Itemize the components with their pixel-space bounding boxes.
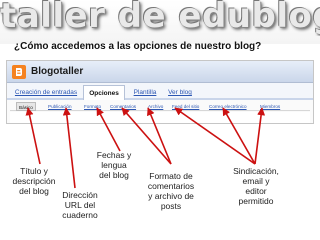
title-banner: taller de edublogs — [0, 0, 320, 44]
blog-name[interactable]: Blogotaller — [31, 66, 83, 77]
subtab-publicacion[interactable]: Publicación — [46, 102, 74, 111]
subtab-basico[interactable]: Básico — [16, 102, 36, 111]
label-formato-comentarios: Formato de comentarios y archivo de post… — [147, 171, 195, 211]
tab-plantilla[interactable]: Plantilla — [128, 85, 162, 100]
tab-opciones[interactable]: Opciones — [83, 85, 125, 100]
subtab-correo-electronico[interactable]: Correo electrónico — [207, 102, 249, 111]
label-sindicacion: Sindicación, email y editor permitido — [233, 166, 279, 206]
label-fechas-lengua: Fechas y lengua del blog — [96, 150, 132, 180]
blogger-header: Blogotaller — [7, 61, 313, 83]
blogger-b-icon[interactable] — [12, 65, 26, 79]
blogger-screenshot: Blogotaller Creación de entradas Opcione… — [6, 60, 314, 124]
subtab-miembros[interactable]: Miembros — [258, 102, 282, 111]
subtab-comentarios[interactable]: Comentarios — [108, 102, 138, 111]
subtab-formato[interactable]: Formato — [82, 102, 103, 111]
label-direccion-url: Dirección URL del cuaderno — [62, 190, 98, 220]
subtab-archivo[interactable]: Archivo — [146, 102, 165, 111]
question-heading: ¿Cómo accedemos a las opciones de nuestr… — [14, 41, 262, 52]
tab-ver-blog[interactable]: Ver blog — [165, 85, 195, 100]
main-tabs: Creación de entradas Opciones Plantilla … — [7, 83, 313, 100]
subtab-feed-del-sitio[interactable]: Feed del sitio — [170, 102, 201, 111]
banner-title: taller de edublogs — [0, 0, 320, 36]
options-content-area — [10, 112, 310, 123]
options-subtabs: Básico Publicación Formato Comentarios A… — [10, 102, 310, 111]
tab-creacion-entradas[interactable]: Creación de entradas — [13, 85, 79, 100]
